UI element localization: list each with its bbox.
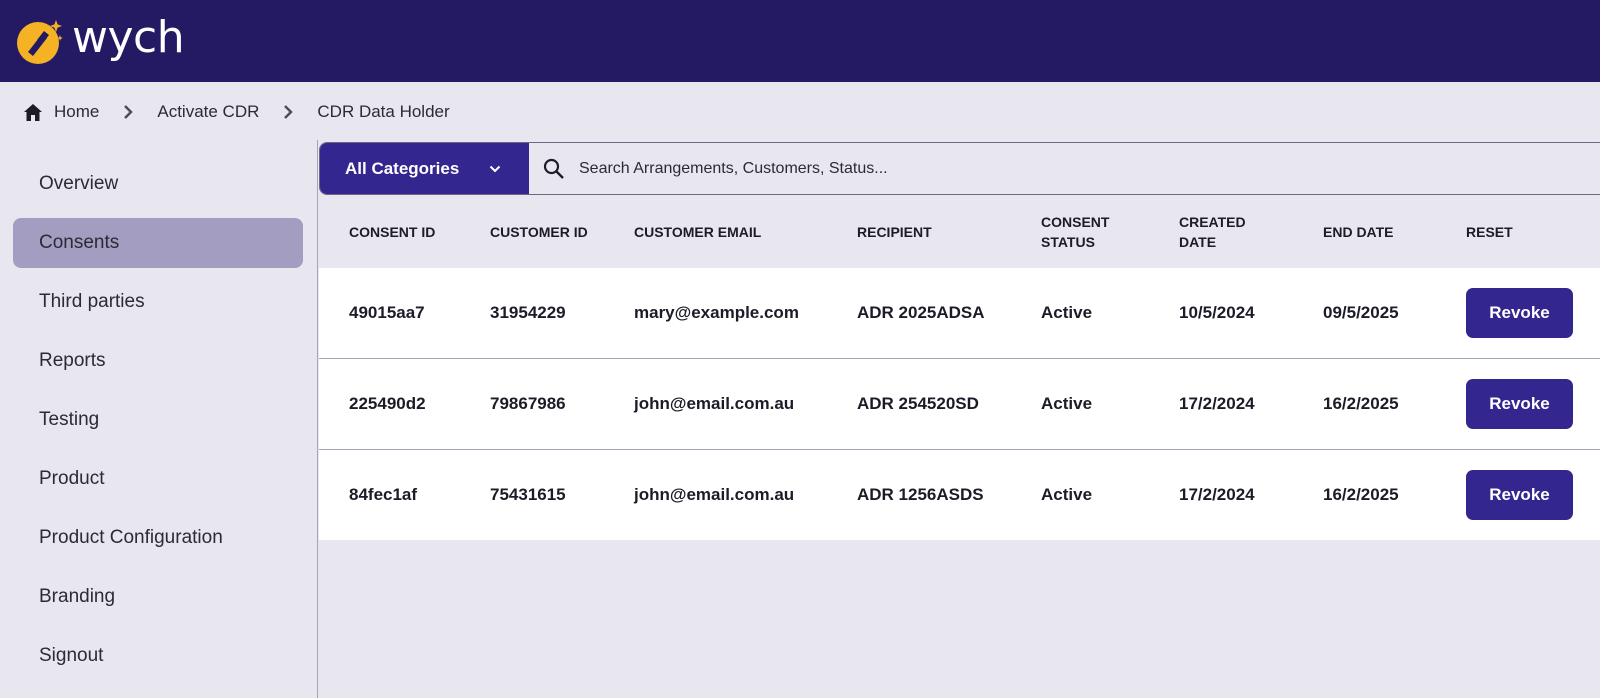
reset-cell: Revoke bbox=[1466, 268, 1573, 358]
breadcrumb-label: CDR Data Holder bbox=[317, 102, 450, 121]
chevron-right-icon bbox=[283, 104, 294, 120]
column-header-reset: RESET bbox=[1466, 224, 1513, 240]
recipient-cell: ADR 254520SD bbox=[857, 394, 979, 413]
sidebar-item-product[interactable]: Product bbox=[13, 454, 303, 504]
consent-status-cell: Active bbox=[1041, 394, 1093, 413]
breadcrumb: Home Activate CDR CDR Data Holder bbox=[24, 98, 450, 126]
brand-logo[interactable]: wych bbox=[16, 12, 185, 66]
consent-id-cell: 49015aa7 bbox=[349, 303, 425, 322]
sidebar-item-reports[interactable]: Reports bbox=[13, 336, 303, 386]
sidebar-item-branding[interactable]: Branding bbox=[13, 572, 303, 622]
consent-id-cell: 225490d2 bbox=[349, 394, 426, 413]
customer-id-cell: 75431615 bbox=[490, 485, 566, 504]
revoke-button[interactable]: Revoke bbox=[1466, 379, 1573, 429]
revoke-button[interactable]: Revoke bbox=[1466, 470, 1573, 520]
sidebar-nav: Overview Consents Third parties Reports … bbox=[0, 140, 318, 698]
end-date-cell: 16/2/2025 bbox=[1323, 394, 1399, 413]
wand-logo-icon bbox=[16, 16, 66, 66]
sidebar-item-product-configuration[interactable]: Product Configuration bbox=[13, 513, 303, 563]
column-header-customer-email: CUSTOMER EMAIL bbox=[634, 224, 762, 240]
table-header: CONSENT ID CUSTOMER ID CUSTOMER EMAIL RE… bbox=[319, 196, 1600, 268]
reset-cell: Revoke bbox=[1466, 359, 1573, 449]
category-dropdown-label: All Categories bbox=[345, 158, 460, 178]
search-input[interactable] bbox=[579, 159, 1479, 178]
table-row: 49015aa7 31954229 mary@example.com ADR 2… bbox=[319, 268, 1600, 359]
sidebar-item-third-parties[interactable]: Third parties bbox=[13, 277, 303, 327]
column-header-consent-status: CONSENT STATUS bbox=[1041, 214, 1110, 250]
chevron-right-icon bbox=[123, 104, 134, 120]
chevron-down-icon bbox=[489, 165, 501, 173]
brand-name: wych bbox=[72, 11, 185, 63]
recipient-cell: ADR 1256ASDS bbox=[857, 485, 984, 504]
table-row: 84fec1af 75431615 john@email.com.au ADR … bbox=[319, 450, 1600, 540]
column-header-end-date: END DATE bbox=[1323, 224, 1394, 240]
consent-status-cell: Active bbox=[1041, 303, 1093, 322]
end-date-cell: 16/2/2025 bbox=[1323, 485, 1399, 504]
customer-id-cell: 79867986 bbox=[490, 394, 566, 413]
breadcrumb-activate-cdr[interactable]: Activate CDR bbox=[157, 102, 259, 122]
sidebar-item-overview[interactable]: Overview bbox=[13, 159, 303, 209]
consent-status-cell: Active bbox=[1041, 485, 1093, 504]
end-date-cell: 09/5/2025 bbox=[1323, 303, 1399, 322]
category-dropdown[interactable]: All Categories bbox=[320, 143, 529, 194]
column-header-customer-id: CUSTOMER ID bbox=[490, 224, 588, 240]
customer-id-cell: 31954229 bbox=[490, 303, 566, 322]
revoke-button[interactable]: Revoke bbox=[1466, 288, 1573, 338]
breadcrumb-label: Activate CDR bbox=[157, 102, 260, 121]
sidebar-item-signout[interactable]: Signout bbox=[13, 631, 303, 681]
column-header-recipient: RECIPIENT bbox=[857, 224, 932, 240]
consent-id-cell: 84fec1af bbox=[349, 485, 418, 504]
sidebar-item-testing[interactable]: Testing bbox=[13, 395, 303, 445]
customer-email-cell: john@email.com.au bbox=[634, 485, 795, 504]
customer-email-cell: john@email.com.au bbox=[634, 394, 795, 413]
search-icon bbox=[543, 158, 565, 180]
column-header-created-date: CREATED DATE bbox=[1179, 214, 1246, 250]
reset-cell: Revoke bbox=[1466, 450, 1573, 540]
column-header-consent-id: CONSENT ID bbox=[349, 224, 436, 240]
search-bar: All Categories bbox=[319, 142, 1600, 195]
table-row: 225490d2 79867986 john@email.com.au ADR … bbox=[319, 359, 1600, 450]
breadcrumb-home[interactable]: Home bbox=[24, 102, 99, 122]
breadcrumb-cdr-data-holder[interactable]: CDR Data Holder bbox=[317, 102, 449, 122]
recipient-cell: ADR 2025ADSA bbox=[857, 303, 985, 322]
sidebar-item-consents[interactable]: Consents bbox=[13, 218, 303, 268]
home-icon bbox=[24, 103, 42, 121]
app-header: wych bbox=[0, 0, 1600, 82]
created-date-cell: 17/2/2024 bbox=[1179, 394, 1255, 413]
created-date-cell: 17/2/2024 bbox=[1179, 485, 1255, 504]
consents-panel: All Categories CONSENT ID CUSTOMER ID CU… bbox=[319, 142, 1600, 698]
customer-email-cell: mary@example.com bbox=[634, 303, 799, 322]
created-date-cell: 10/5/2024 bbox=[1179, 303, 1255, 322]
consents-table-body: 49015aa7 31954229 mary@example.com ADR 2… bbox=[319, 268, 1600, 540]
breadcrumb-label: Home bbox=[54, 102, 100, 121]
